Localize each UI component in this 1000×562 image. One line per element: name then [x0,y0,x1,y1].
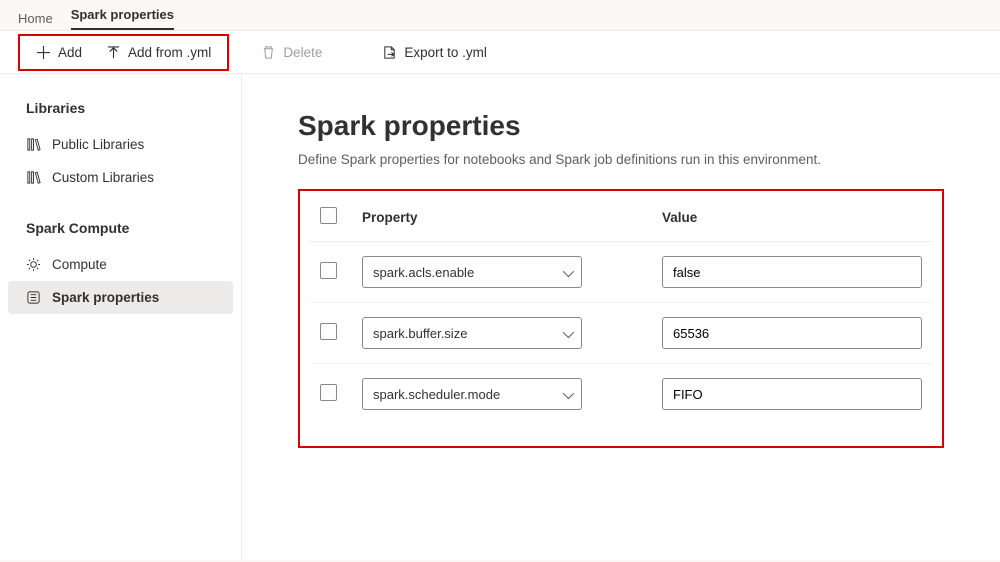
breadcrumb-current[interactable]: Spark properties [71,7,174,30]
breadcrumb: Home Spark properties [0,0,1000,30]
gear-icon [26,257,41,272]
sidebar-item-label: Custom Libraries [52,170,154,185]
breadcrumb-home[interactable]: Home [18,11,53,26]
chevron-down-icon [563,387,571,402]
export-icon [382,45,397,60]
library-icon [26,170,41,185]
sidebar-section-libraries: Libraries [0,100,241,128]
property-select[interactable]: spark.scheduler.mode [362,378,582,410]
column-header-property: Property [352,193,652,242]
delete-button[interactable]: Delete [249,39,334,66]
sidebar-item-label: Public Libraries [52,137,144,152]
property-select-value: spark.buffer.size [373,326,467,341]
select-all-checkbox[interactable] [320,207,337,224]
sidebar: Libraries Public Libraries Custom Librar… [0,74,242,560]
sidebar-item-compute[interactable]: Compute [0,248,241,281]
property-select[interactable]: spark.acls.enable [362,256,582,288]
upload-icon [106,45,121,60]
property-select-value: spark.scheduler.mode [373,387,500,402]
chevron-down-icon [563,326,571,341]
add-from-yml-button[interactable]: Add from .yml [94,39,223,66]
plus-icon [36,45,51,60]
add-label: Add [58,45,82,60]
export-label: Export to .yml [404,45,487,60]
export-yml-button[interactable]: Export to .yml [370,39,499,66]
highlight-add-buttons: Add Add from .yml [18,34,229,71]
value-input[interactable] [662,317,922,349]
row-checkbox[interactable] [320,262,337,279]
content-area: Spark properties Define Spark properties… [242,74,1000,560]
delete-label: Delete [283,45,322,60]
list-icon [26,290,41,305]
toolbar: Add Add from .yml Delete Export to .yml [0,30,1000,74]
sidebar-item-spark-properties[interactable]: Spark properties [8,281,233,314]
value-input[interactable] [662,256,922,288]
row-checkbox[interactable] [320,384,337,401]
column-header-value: Value [652,193,932,242]
value-input[interactable] [662,378,922,410]
chevron-down-icon [563,265,571,280]
table-row: spark.acls.enable [310,242,932,303]
page-title: Spark properties [298,110,944,142]
trash-icon [261,45,276,60]
sidebar-item-label: Spark properties [52,290,159,305]
add-button[interactable]: Add [24,39,94,66]
sidebar-item-label: Compute [52,257,107,272]
property-select[interactable]: spark.buffer.size [362,317,582,349]
sidebar-section-compute: Spark Compute [0,220,241,248]
library-icon [26,137,41,152]
highlight-properties-table: Property Value spark.acls.enable [298,189,944,448]
page-description: Define Spark properties for notebooks an… [298,152,944,167]
row-checkbox[interactable] [320,323,337,340]
property-select-value: spark.acls.enable [373,265,474,280]
table-row: spark.buffer.size [310,303,932,364]
add-yml-label: Add from .yml [128,45,211,60]
table-row: spark.scheduler.mode [310,364,932,425]
properties-table: Property Value spark.acls.enable [310,193,932,424]
sidebar-item-public-libraries[interactable]: Public Libraries [0,128,241,161]
sidebar-item-custom-libraries[interactable]: Custom Libraries [0,161,241,194]
